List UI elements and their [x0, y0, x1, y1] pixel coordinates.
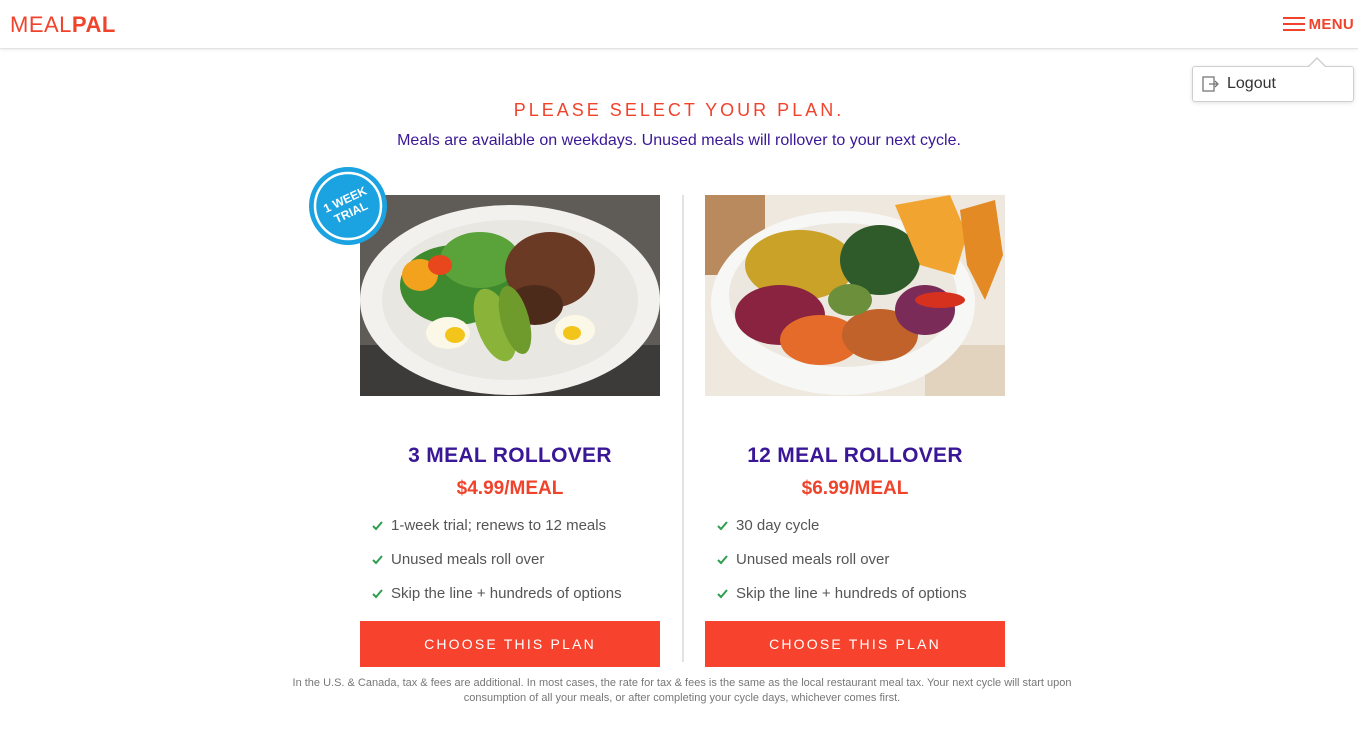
- feature-text: 30 day cycle: [736, 516, 820, 534]
- feature-text: Unused meals roll over: [736, 550, 890, 568]
- top-navigation-bar: MEALPAL MENU: [0, 0, 1358, 49]
- feature-item: Unused meals roll over: [372, 542, 660, 576]
- page-title: PLEASE SELECT YOUR PLAN.: [513, 100, 845, 120]
- feature-item: 30 day cycle: [717, 508, 1005, 542]
- feature-text: Unused meals roll over: [391, 550, 545, 568]
- plan-card-3-meal: 3 MEAL ROLLOVER $4.99/MEAL 1-week trial;…: [360, 195, 660, 667]
- plan-price: $6.99/MEAL: [801, 478, 909, 499]
- hamburger-icon: [1282, 16, 1305, 32]
- check-icon: [717, 520, 728, 530]
- choose-plan-button[interactable]: CHOOSE THIS PLAN: [360, 621, 660, 667]
- trial-badge: 1 WEEK TRIAL: [309, 167, 387, 245]
- feature-item: 1-week trial; renews to 12 meals: [372, 508, 660, 542]
- feature-text: Skip the line + hundreds of options: [391, 584, 622, 602]
- menu-label: MENU: [1308, 15, 1354, 33]
- choose-plan-button[interactable]: CHOOSE THIS PLAN: [705, 621, 1005, 667]
- plan-price: $4.99/MEAL: [456, 478, 564, 499]
- plan-name: 3 MEAL ROLLOVER: [408, 444, 612, 467]
- logout-link[interactable]: Logout: [1227, 75, 1276, 93]
- feature-item: Skip the line + hundreds of options: [372, 576, 660, 610]
- check-icon: [717, 554, 728, 564]
- feature-item: Skip the line + hundreds of options: [717, 576, 1005, 610]
- mealpal-logo[interactable]: MEALPAL: [10, 12, 116, 38]
- bowl-photo: [705, 195, 1005, 396]
- plan-features: 30 day cycle Unused meals roll over Skip…: [705, 508, 1005, 610]
- tax-disclaimer: In the U.S. & Canada, tax & fees are add…: [292, 677, 1072, 704]
- check-icon: [717, 588, 728, 598]
- menu-button[interactable]: MENU: [1282, 12, 1354, 36]
- salad-photo: [360, 195, 660, 396]
- logo-text-pal: PAL: [71, 12, 116, 37]
- check-icon: [372, 588, 383, 598]
- feature-item: Unused meals roll over: [717, 542, 1005, 576]
- check-icon: [372, 554, 383, 564]
- menu-dropdown: Logout: [1192, 57, 1354, 102]
- check-icon: [372, 520, 383, 530]
- plan-name: 12 MEAL ROLLOVER: [747, 444, 963, 467]
- logout-icon: [1202, 76, 1219, 92]
- plan-card-12-meal: 12 MEAL ROLLOVER $6.99/MEAL 30 day cycle…: [705, 195, 1005, 667]
- plan-features: 1-week trial; renews to 12 meals Unused …: [360, 508, 660, 610]
- plan-divider: [682, 195, 684, 662]
- feature-text: Skip the line + hundreds of options: [736, 584, 967, 602]
- feature-text: 1-week trial; renews to 12 meals: [391, 516, 607, 534]
- page-subtitle: Meals are available on weekdays. Unused …: [397, 132, 961, 149]
- logo-text-meal: MEAL: [10, 12, 72, 37]
